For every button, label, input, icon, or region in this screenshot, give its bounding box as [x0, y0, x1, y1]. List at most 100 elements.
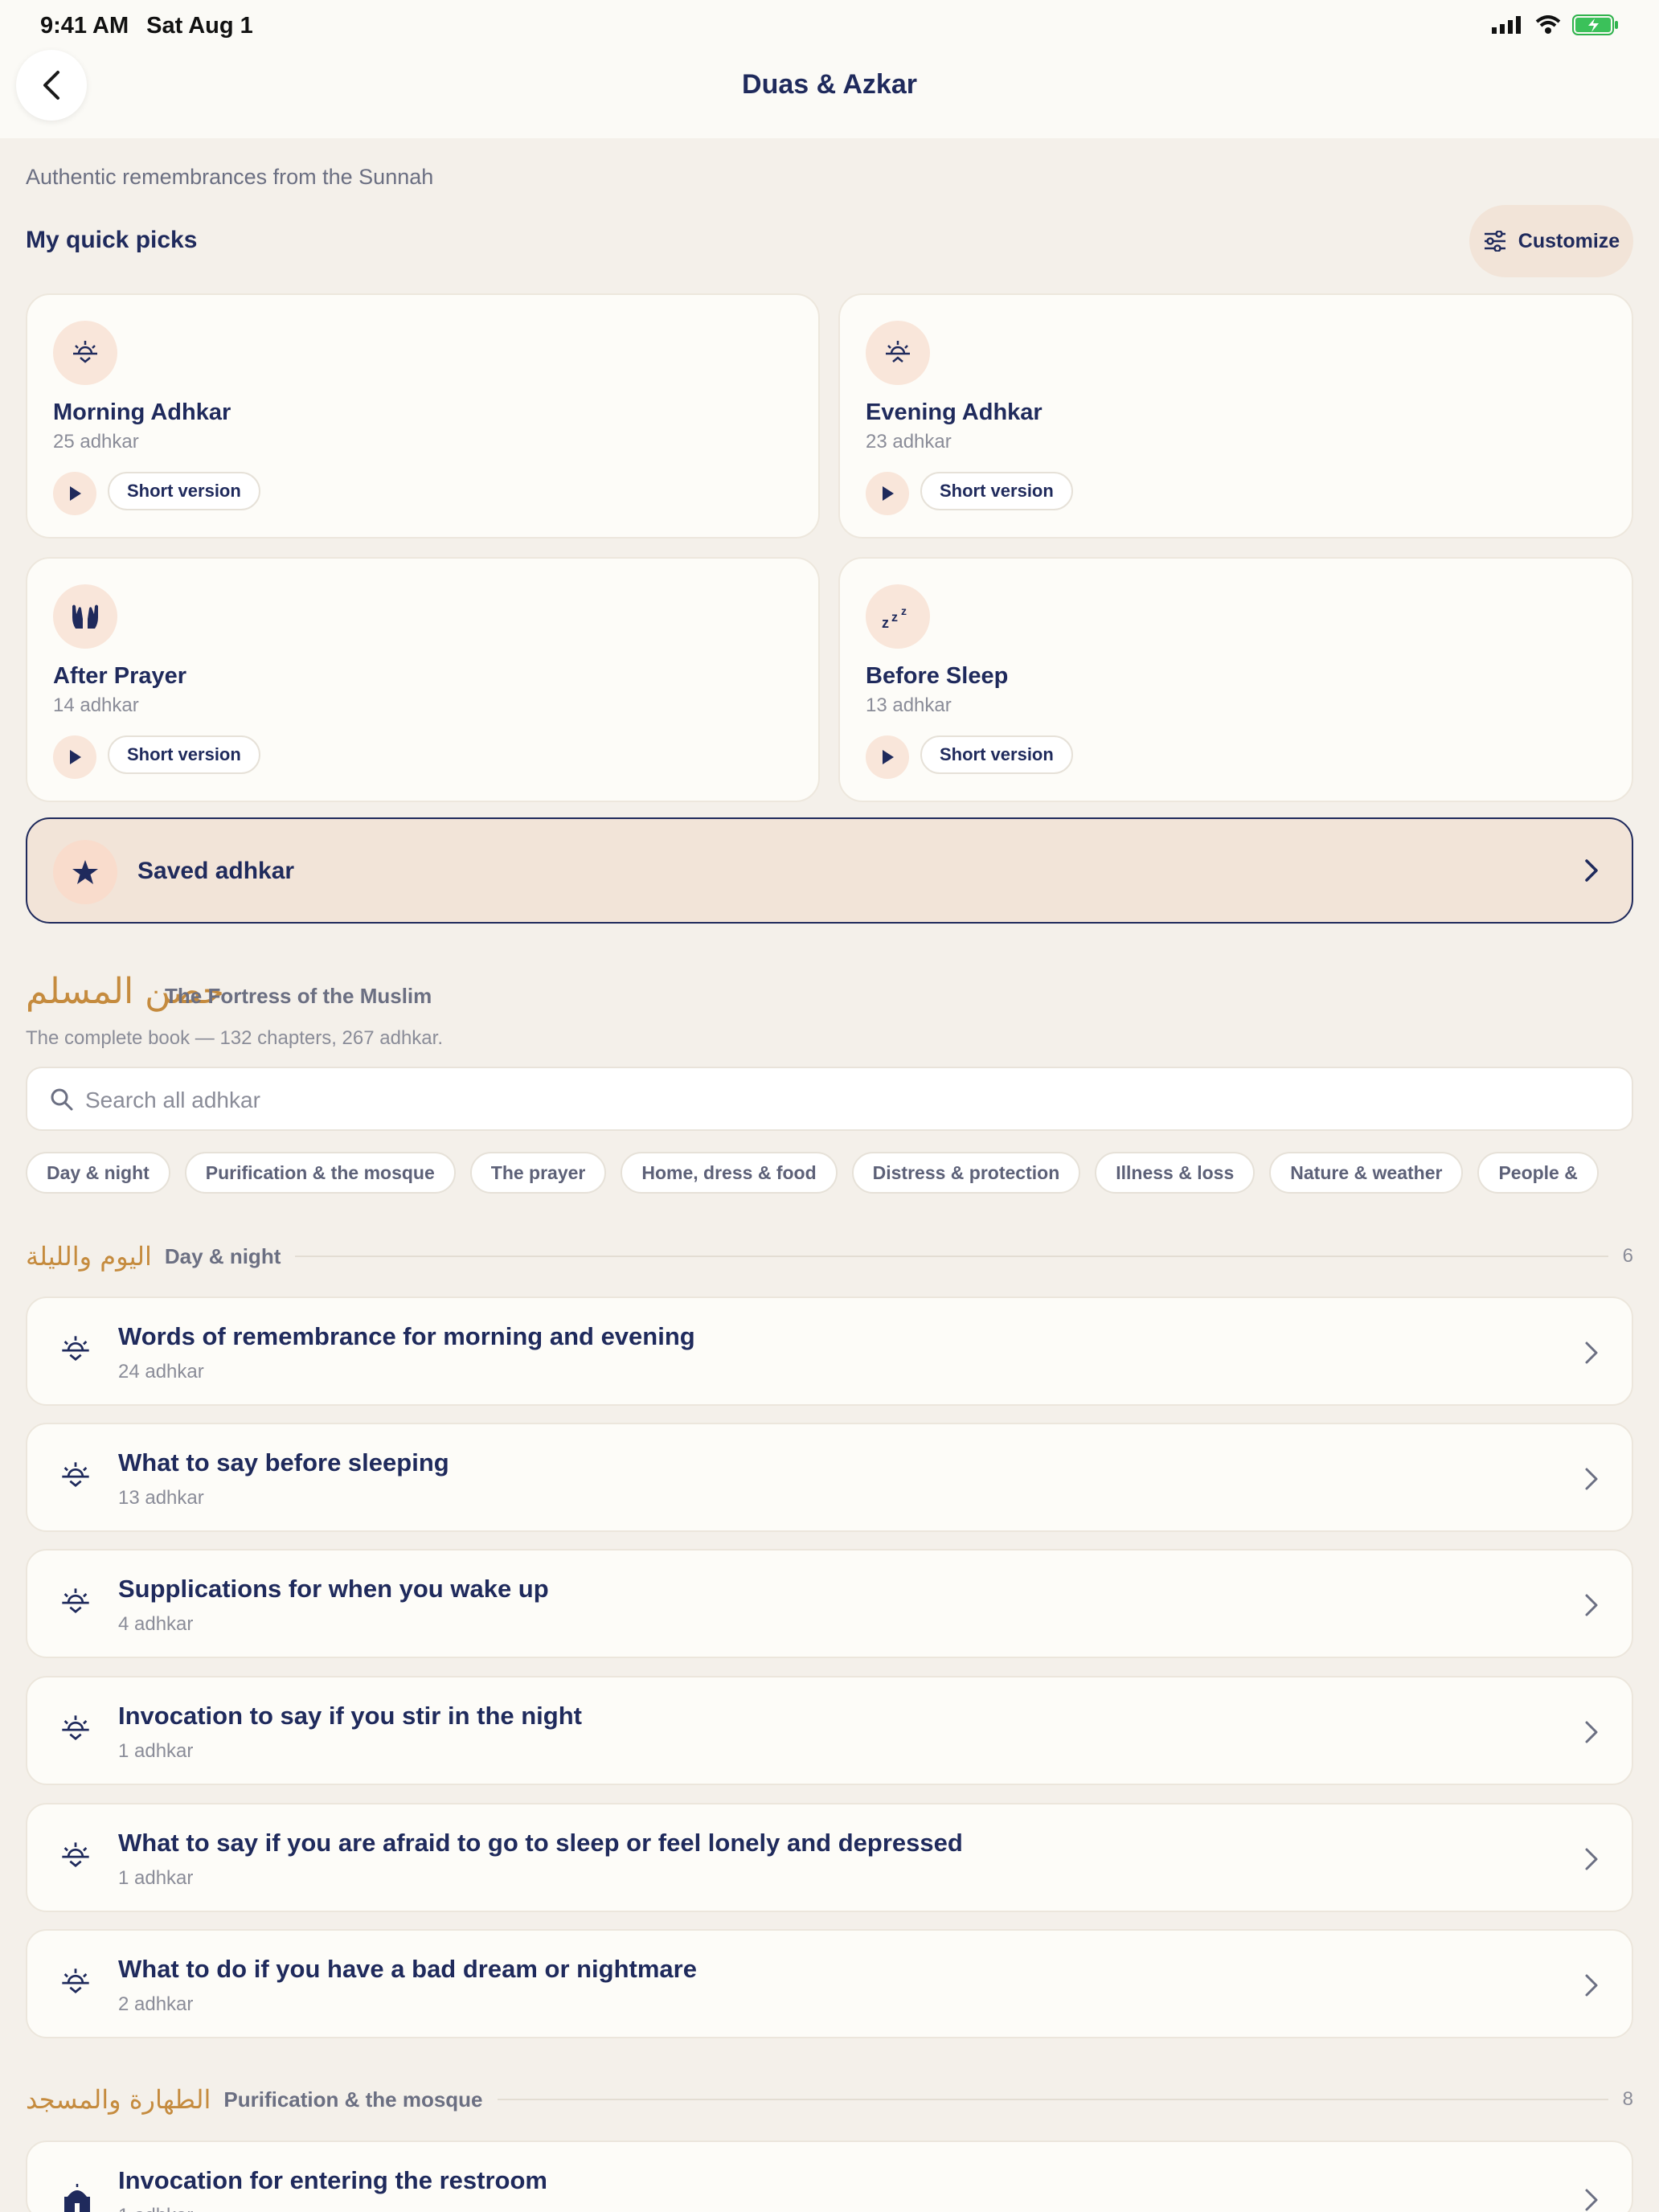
group-arabic-title: الطهارة والمسجد: [26, 2084, 211, 2115]
card-title: Evening Adhkar: [866, 399, 1043, 425]
list-item-title: Invocation for entering the restroom: [118, 2166, 547, 2194]
list-item[interactable]: Invocation for entering the restroom 1 a…: [26, 2140, 1633, 2212]
sunrise-icon: [62, 1336, 89, 1362]
group-divider: [497, 2099, 1608, 2100]
sunrise-icon: [62, 1842, 89, 1868]
chip-home-dress-food[interactable]: Home, dress & food: [621, 1152, 838, 1194]
group-title: Purification & the mosque: [223, 2087, 483, 2112]
mosque-icon: [64, 2184, 90, 2212]
list-item[interactable]: Invocation to say if you stir in the nig…: [26, 1676, 1633, 1785]
sunrise-icon: [53, 321, 117, 385]
category-chips: Day & night Purification & the mosque The …: [26, 1152, 1633, 1194]
card-count: 13 adhkar: [866, 694, 952, 716]
page-subtitle: Authentic remembrances from the Sunnah: [26, 165, 434, 189]
group-divider: [295, 1256, 1608, 1257]
chip-people[interactable]: People &: [1477, 1152, 1599, 1194]
play-button[interactable]: [866, 472, 909, 515]
list-item-count: 1 adhkar: [118, 1867, 194, 1889]
card-count: 14 adhkar: [53, 694, 139, 716]
sunset-icon: [866, 321, 930, 385]
status-bar-time: 9:41 AM Sat Aug 1: [40, 13, 271, 39]
play-icon: [70, 750, 81, 764]
search-icon: [51, 1088, 73, 1111]
chevron-right-icon: [1585, 1468, 1598, 1490]
list-item-title: What to do if you have a bad dream or ni…: [118, 1955, 697, 1983]
chevron-right-icon: [1585, 859, 1598, 882]
fortress-title: The Fortress of the Muslim: [165, 984, 432, 1008]
chip-illness-loss[interactable]: Illness & loss: [1095, 1152, 1256, 1194]
sunrise-icon: [62, 1968, 89, 1994]
zzz-icon: zzz: [866, 584, 930, 649]
list-item-title: Invocation to say if you stir in the nig…: [118, 1702, 582, 1730]
play-icon: [883, 486, 894, 501]
saved-adhkar-row[interactable]: Saved adhkar: [26, 817, 1633, 924]
status-date: Sat Aug 1: [146, 13, 253, 39]
list-item-count: 1 adhkar: [118, 1740, 194, 1762]
list-item-count: 4 adhkar: [118, 1613, 194, 1635]
sunrise-icon: [62, 1462, 89, 1488]
quick-picks-title: My quick picks: [26, 227, 198, 253]
short-version-button[interactable]: Short version: [108, 735, 260, 774]
list-item-count: 2 adhkar: [118, 1993, 194, 2015]
group-title: Day & night: [164, 1243, 281, 1268]
fortress-description: The complete book — 132 chapters, 267 ad…: [26, 1027, 443, 1049]
play-button[interactable]: [53, 735, 96, 779]
list-item[interactable]: What to say if you are afraid to go to s…: [26, 1803, 1633, 1912]
page-title: Duas & Azkar: [742, 69, 917, 100]
status-icons: [1492, 14, 1619, 35]
battery-icon: [1572, 14, 1618, 35]
quick-pick-card-after-prayer[interactable]: After Prayer 14 adhkar Short version: [26, 557, 820, 802]
list-item[interactable]: Words of remembrance for morning and eve…: [26, 1296, 1633, 1406]
list-item[interactable]: What to do if you have a bad dream or ni…: [26, 1929, 1633, 2038]
card-count: 25 adhkar: [53, 431, 139, 453]
chevron-right-icon: [1585, 1848, 1598, 1870]
status-time: 9:41 AM: [40, 13, 129, 39]
svg-text:z: z: [882, 615, 889, 629]
wifi-icon: [1535, 15, 1561, 34]
play-icon: [883, 750, 894, 764]
quick-pick-card-before-sleep[interactable]: zzz Before Sleep 13 adhkar Short version: [838, 557, 1633, 802]
group-count: 6: [1622, 1245, 1633, 1267]
svg-text:z: z: [901, 604, 907, 617]
short-version-button[interactable]: Short version: [920, 472, 1073, 510]
quick-pick-card-evening[interactable]: Evening Adhkar 23 adhkar Short version: [838, 293, 1633, 539]
group-header-purification-mosque: الطهارة والمسجد Purification & the mosqu…: [26, 2079, 1633, 2120]
top-bar: 9:41 AM Sat Aug 1 Duas & Azkar: [0, 0, 1659, 138]
play-button[interactable]: [53, 472, 96, 515]
list-item-title: What to say if you are afraid to go to s…: [118, 1829, 963, 1857]
sunrise-icon: [62, 1715, 89, 1741]
chevron-right-icon: [1585, 1974, 1598, 1997]
sliders-icon: [1484, 231, 1505, 252]
list-item-title: Words of remembrance for morning and eve…: [118, 1322, 695, 1350]
group-arabic-title: اليوم والليلة: [26, 1241, 152, 1272]
play-icon: [70, 486, 81, 501]
chip-purification-mosque[interactable]: Purification & the mosque: [184, 1152, 456, 1194]
search-field[interactable]: [26, 1067, 1633, 1131]
chevron-right-icon: [1585, 1594, 1598, 1616]
short-version-button[interactable]: Short version: [108, 472, 260, 510]
list-item-title: Supplications for when you wake up: [118, 1575, 549, 1603]
card-title: Before Sleep: [866, 663, 1009, 689]
chevron-right-icon: [1585, 2189, 1598, 2211]
chip-nature-weather[interactable]: Nature & weather: [1269, 1152, 1464, 1194]
short-version-button[interactable]: Short version: [920, 735, 1073, 774]
play-button[interactable]: [866, 735, 909, 779]
customize-button[interactable]: Customize: [1469, 205, 1633, 277]
praying-hands-icon: [53, 584, 117, 649]
list-item[interactable]: What to say before sleeping 13 adhkar: [26, 1423, 1633, 1532]
chip-day-night[interactable]: Day & night: [26, 1152, 170, 1194]
list-item[interactable]: Supplications for when you wake up 4 adh…: [26, 1549, 1633, 1658]
search-input[interactable]: [85, 1076, 1532, 1124]
card-count: 23 adhkar: [866, 431, 952, 453]
card-title: Morning Adhkar: [53, 399, 231, 425]
list-item-title: What to say before sleeping: [118, 1448, 449, 1477]
chip-distress-protection[interactable]: Distress & protection: [851, 1152, 1081, 1194]
chip-the-prayer[interactable]: The prayer: [469, 1152, 607, 1194]
customize-label: Customize: [1518, 229, 1620, 252]
quick-pick-card-morning[interactable]: Morning Adhkar 25 adhkar Short version: [26, 293, 820, 539]
list-item-count: 13 adhkar: [118, 1487, 204, 1509]
list-item-count: 1 adhkar: [118, 2205, 193, 2212]
signal-icon: [1492, 16, 1521, 34]
saved-adhkar-label: Saved adhkar: [137, 858, 295, 884]
svg-text:z: z: [891, 611, 898, 625]
